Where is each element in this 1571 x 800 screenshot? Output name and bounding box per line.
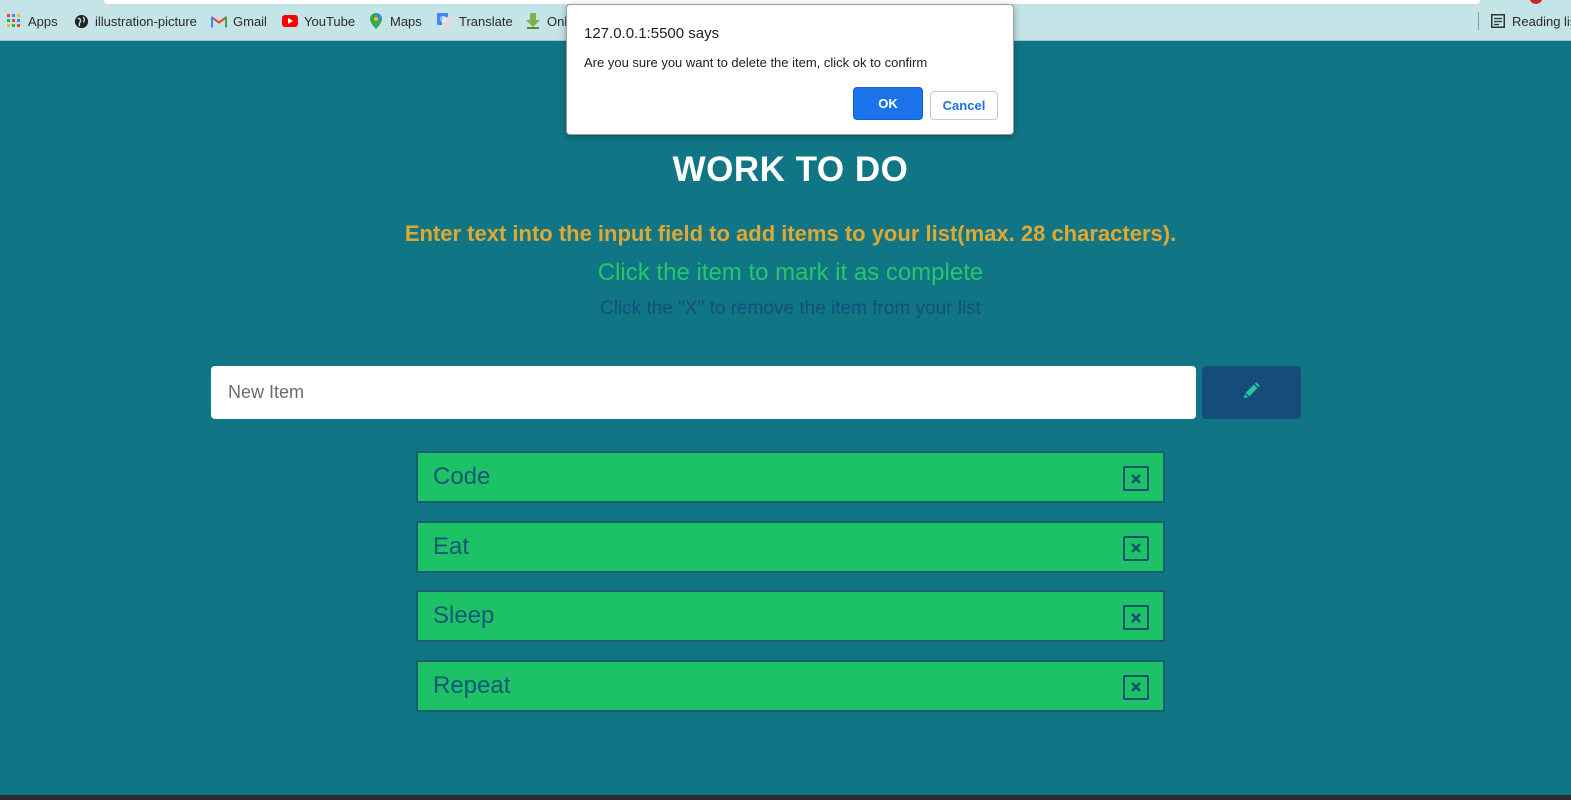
instruction-remove: Click the "X" to remove the item from yo… [600, 298, 981, 319]
maps-pin-icon [368, 13, 384, 29]
bookmark-label: illustration-picture [95, 13, 197, 29]
close-box-icon [1131, 543, 1141, 553]
page-title: WORK TO DO [672, 150, 909, 189]
delete-item-button[interactable] [1123, 466, 1149, 491]
apps-grid-icon [6, 13, 22, 29]
bookmark-gmail[interactable]: Gmail [211, 12, 267, 30]
delete-item-button[interactable] [1123, 535, 1149, 561]
dialog-message: Are you sure you want to delete the item… [584, 55, 928, 70]
bookmark-label: Maps [390, 13, 422, 29]
todo-item-label: Eat [433, 532, 470, 560]
todo-list: Code Eat Sleep Repeat [416, 451, 1165, 729]
close-box-icon [1131, 612, 1141, 623]
todo-item-label: Code [433, 463, 491, 490]
bookmark-translate[interactable]: G Translate [437, 12, 513, 30]
todo-item-label: Repeat [433, 671, 511, 699]
todo-item-sleep[interactable]: Sleep [416, 590, 1165, 642]
youtube-icon [282, 13, 298, 29]
bookmark-label: Translate [459, 13, 513, 29]
window-bottom-edge [0, 795, 1571, 800]
new-item-input[interactable] [211, 366, 1196, 419]
profile-indicator[interactable] [1530, 0, 1542, 4]
todo-item-label: Sleep [433, 602, 495, 629]
bookmark-illustration-picture[interactable]: illustration-picture [73, 12, 197, 30]
reading-list-button[interactable]: Reading lis [1490, 12, 1571, 30]
reading-list-label: Reading lis [1512, 13, 1571, 29]
bookmark-label: YouTube [304, 13, 356, 29]
bookmark-maps[interactable]: Maps [368, 12, 422, 30]
bookmark-apps[interactable]: Apps [6, 12, 58, 30]
close-box-icon [1131, 682, 1141, 692]
todo-item-code[interactable]: Code [416, 451, 1165, 503]
delete-item-button[interactable] [1123, 605, 1149, 630]
bookmark-label: Onl [547, 13, 568, 29]
pencil-icon [1241, 379, 1263, 406]
reading-list-icon [1490, 13, 1506, 29]
bookmarks-separator [1478, 12, 1479, 30]
instruction-add: Enter text into the input field to add i… [404, 221, 1177, 246]
bookmark-youtube[interactable]: YouTube [282, 12, 355, 30]
download-icon [525, 13, 541, 29]
bookmark-label: Gmail [233, 13, 267, 29]
bookmark-onl[interactable]: Onl [525, 12, 567, 30]
bookmark-label: Apps [28, 13, 58, 29]
translate-icon: G [437, 13, 453, 29]
todo-item-repeat[interactable]: Repeat [416, 659, 1165, 712]
delete-item-button[interactable] [1123, 674, 1149, 700]
todo-item-eat[interactable]: Eat [416, 520, 1165, 573]
cancel-button[interactable]: Cancel [930, 91, 998, 120]
ok-button[interactable]: OK [853, 87, 923, 120]
dialog-title: 127.0.0.1:5500 says [584, 25, 720, 42]
instruction-complete: Click the item to mark it as complete [597, 259, 984, 286]
gmail-icon [211, 13, 227, 29]
svg-text:G: G [440, 15, 446, 24]
globe-icon [73, 13, 89, 29]
add-item-button[interactable] [1202, 366, 1301, 419]
confirm-dialog: 127.0.0.1:5500 says Are you sure you wan… [566, 4, 1014, 135]
close-box-icon [1131, 473, 1141, 484]
